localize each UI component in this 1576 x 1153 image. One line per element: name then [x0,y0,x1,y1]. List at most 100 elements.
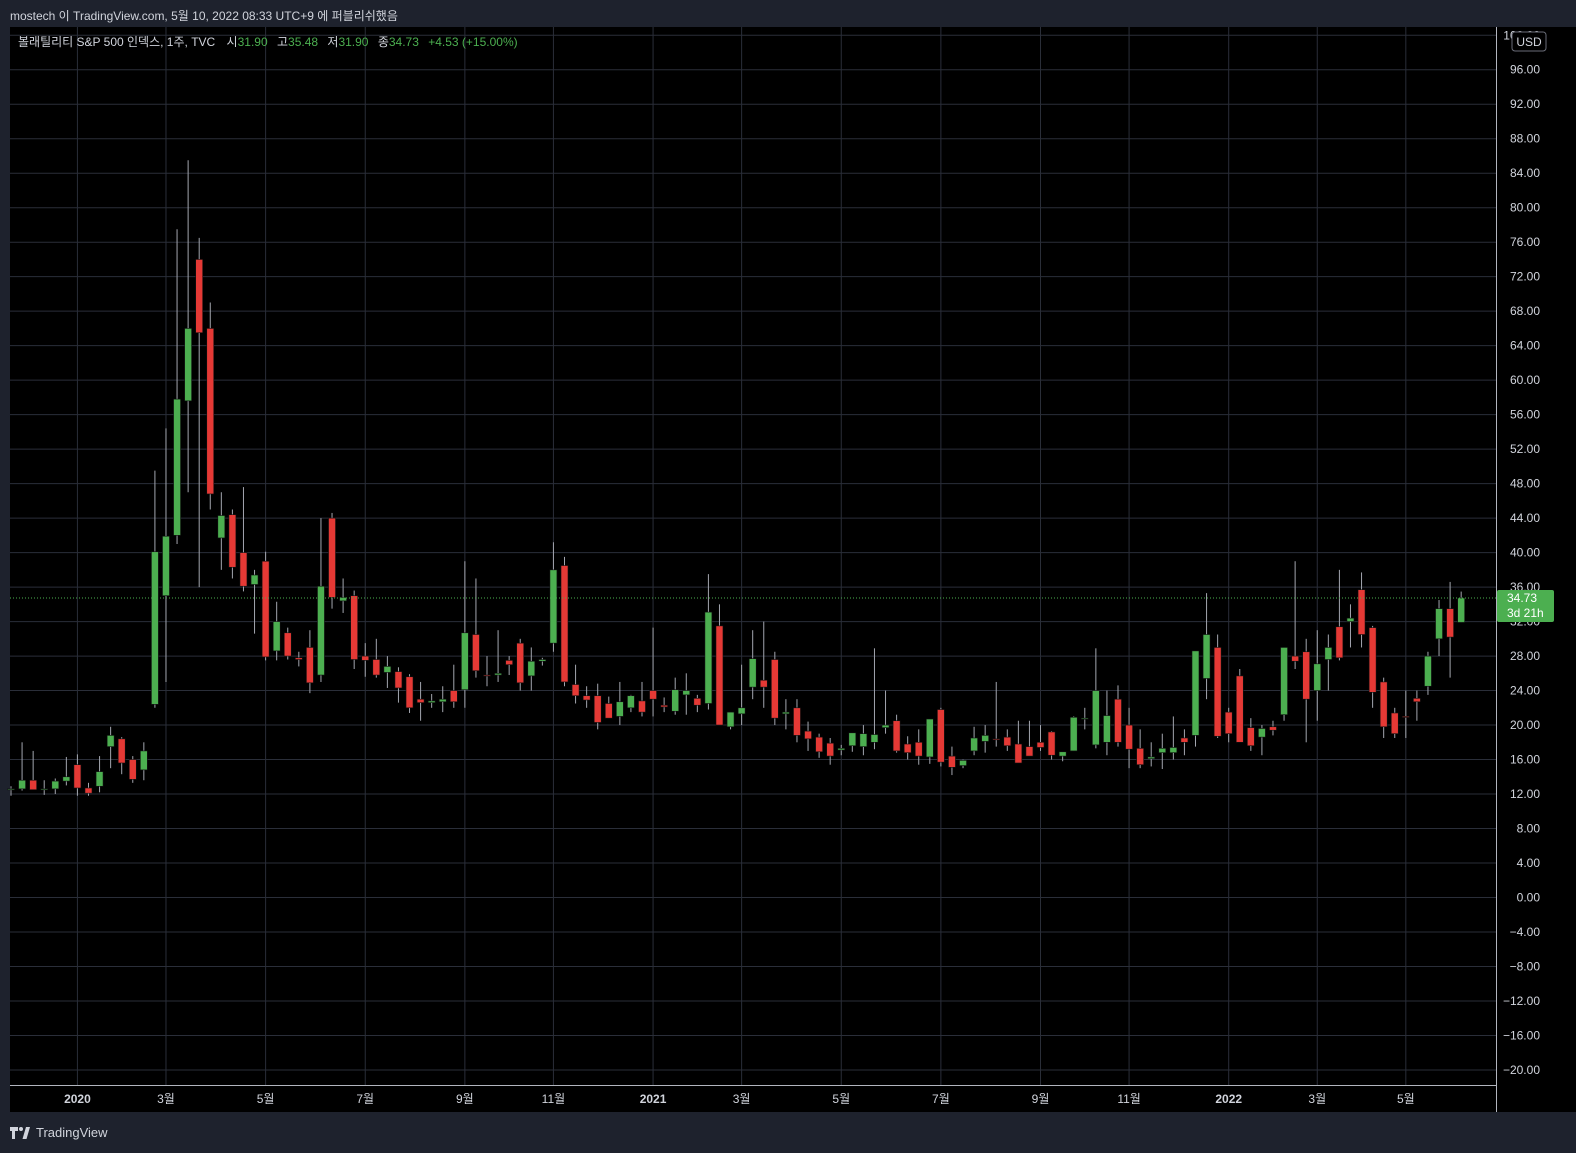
candle-body [1092,690,1100,746]
candle [771,651,779,726]
time-tick-label: 11월 [542,1092,566,1106]
legend-high-value: 35.48 [288,35,318,49]
candle-body [1379,681,1388,728]
candle-body [538,659,547,662]
candle-body [317,585,325,676]
candle-body [870,734,879,743]
legend-open-label: 시 [227,35,238,49]
candle-body [62,776,71,782]
candle-body [848,732,857,747]
price-tick-label: 68.00 [1510,304,1540,318]
candle-body [715,625,724,726]
price-tick-label: 24.00 [1510,684,1540,698]
candle [1047,731,1056,760]
price-tick-label: 76.00 [1510,235,1540,249]
candle-body [948,755,956,768]
time-axis-background [10,1086,1496,1112]
candle-body [837,748,846,751]
candle-body [438,698,447,703]
time-tick-label: 7월 [356,1092,374,1106]
candle-body [1158,748,1167,753]
candle-body [660,704,668,708]
legend-close-value: 34.73 [389,35,419,49]
legend-open-value: 31.90 [238,35,268,49]
time-tick-label: 9월 [1032,1092,1050,1106]
candle-body [1147,756,1156,759]
candle-body [571,684,580,697]
candle-body [128,759,137,780]
candle-body [217,515,226,539]
price-tick-label: 48.00 [1510,477,1540,491]
candle-body [804,730,812,740]
candle-body [981,735,989,742]
currency-text: USD [1516,35,1542,49]
candle-body [1424,655,1432,687]
candle-body [859,733,868,747]
candle-body [95,771,104,787]
candle-body [106,735,115,747]
candle-body [527,660,536,677]
price-tick-label: 56.00 [1510,408,1540,422]
candle-body [726,711,735,728]
candle-body [649,690,657,700]
candle-body [383,666,392,673]
candle-body [84,787,93,794]
legend-close-label: 종 [378,35,389,49]
candle-body [992,738,1001,741]
candle-body [40,788,49,791]
price-tick-label: 52.00 [1510,442,1540,456]
candle [937,707,945,767]
candle-body [1335,626,1344,659]
price-tick-label: 64.00 [1510,339,1540,353]
candle-body [1213,647,1222,737]
currency-label[interactable]: USD [1511,31,1547,52]
price-tick-label: 0.00 [1517,891,1541,905]
price-tick-label: 28.00 [1510,649,1540,663]
candle-body [1457,597,1465,623]
candle-body [815,736,823,753]
candle-body [1324,647,1333,660]
candle-body [195,259,203,334]
brand-name: TradingView [36,1125,108,1140]
candle-body [283,632,292,657]
price-tick-label: 84.00 [1510,166,1540,180]
candle-body [604,703,613,719]
price-tick-label: 12.00 [1510,787,1540,801]
candle-body [682,690,691,696]
candle-body [771,659,779,719]
candle-body [1080,717,1089,720]
candle-body [1302,651,1310,700]
candle-body [239,552,248,587]
legend-change: +4.53 (+15.00%) [428,35,517,49]
candle-body [593,695,602,723]
candle-body [638,700,646,713]
price-tick-label: 92.00 [1510,97,1540,111]
candle-body [73,764,82,789]
time-tick-label: 3월 [1308,1092,1326,1106]
candle [206,302,215,510]
candle-body [671,689,680,712]
candle [1213,634,1222,738]
candle [1235,669,1244,743]
tradingview-brand[interactable]: TradingView [10,1125,108,1140]
bottom-bar: TradingView [0,1116,1576,1153]
candle-body [1291,655,1299,662]
candle [1069,716,1078,752]
time-tick-label: 9월 [456,1092,474,1106]
candle-body [1003,736,1012,747]
candle-body [1402,716,1410,718]
last-price-value: 34.73 [1507,591,1537,605]
candle-body [759,679,768,688]
price-tick-label: −12.00 [1503,994,1540,1008]
candle-body [1114,698,1122,743]
candle [1191,650,1200,747]
candle-body [416,698,425,703]
price-tick-label: 44.00 [1510,511,1540,525]
legend-symbol: 볼래틸리티 S&P 500 인덱스, 1주, TVC [18,35,216,49]
chart[interactable]: −20.00 −16.00 −12.00 −8.00 −4.00 0.00 4.00 8.00… [0,0,1576,1116]
candle [261,551,270,661]
candle-body [748,658,757,688]
candle [405,674,414,713]
time-tick-label: 2022 [1215,1092,1242,1106]
candle-body [1368,627,1377,693]
